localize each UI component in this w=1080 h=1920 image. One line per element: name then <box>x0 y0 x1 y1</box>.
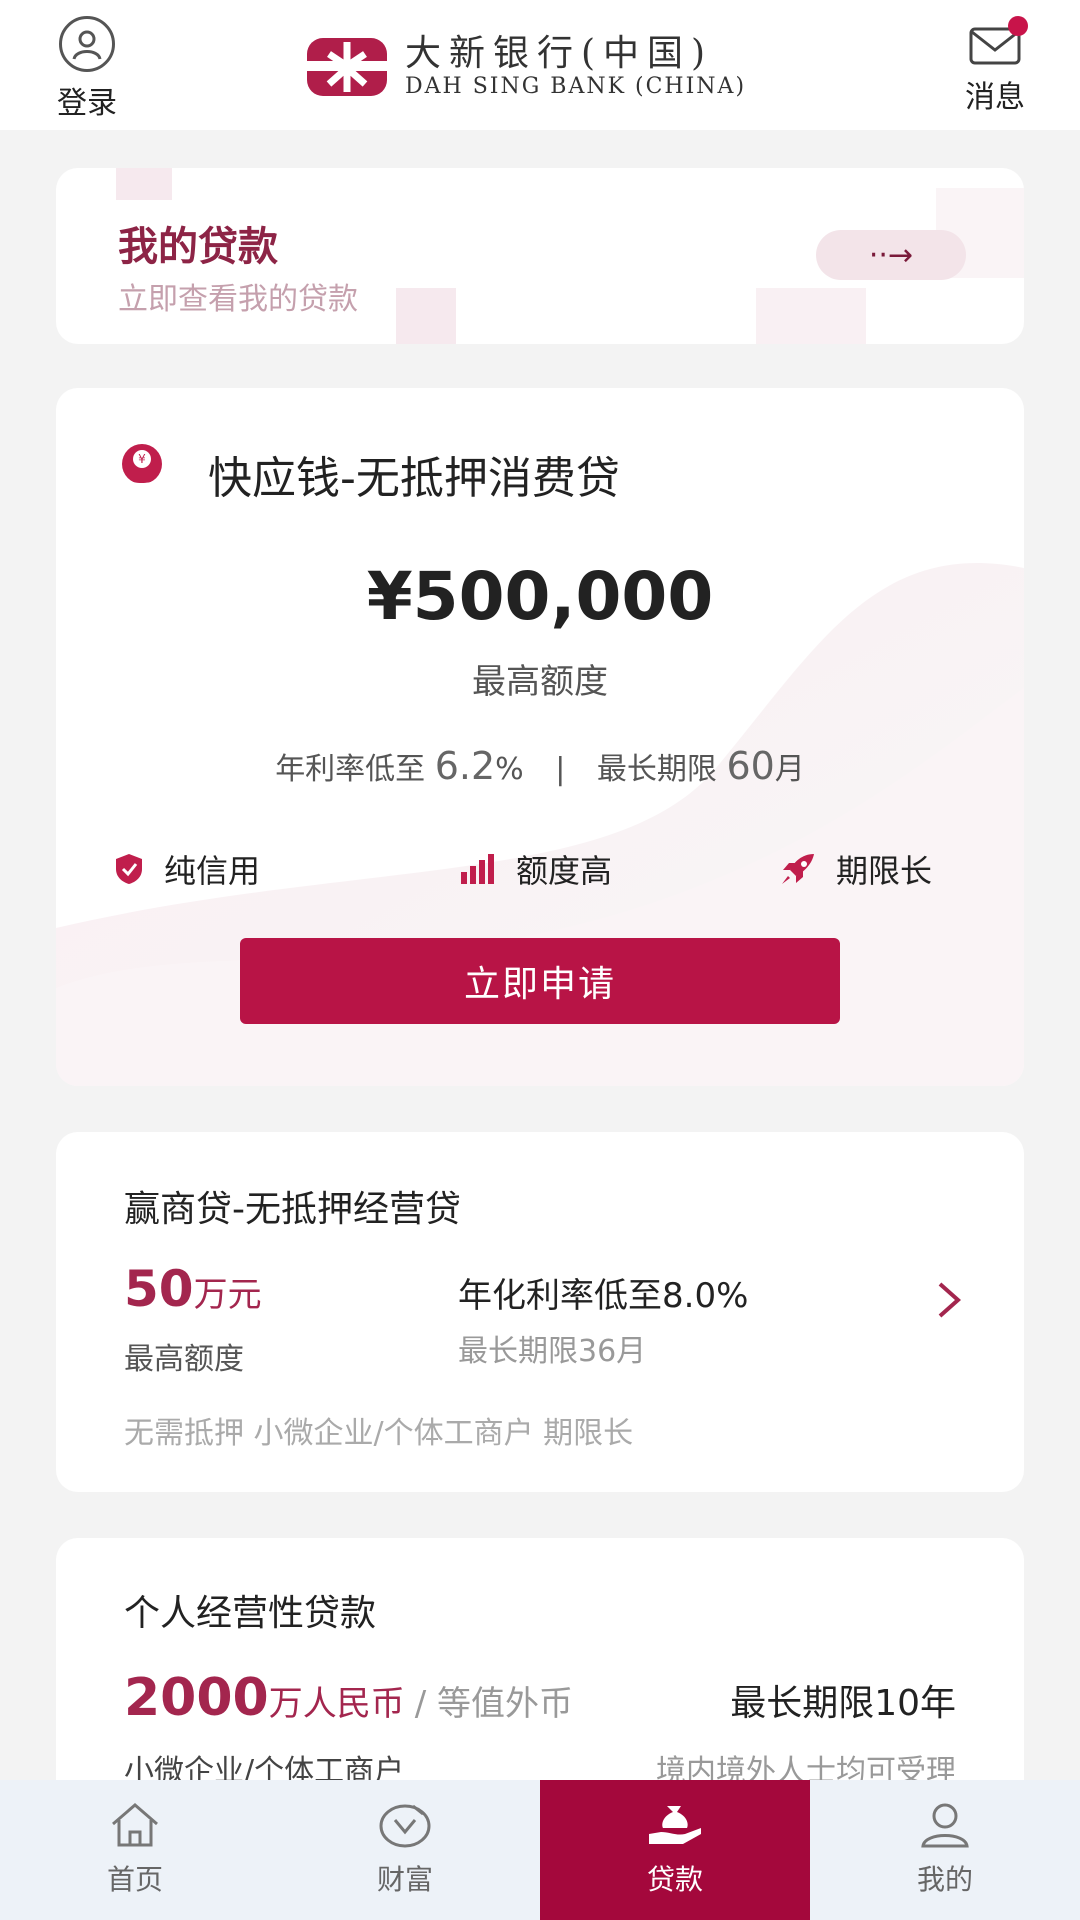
mail-icon <box>968 16 1028 66</box>
nav-mine[interactable]: 我的 <box>810 1780 1080 1920</box>
nav-label: 财富 <box>376 1863 433 1896</box>
max-amount-value: ¥500,000 <box>366 558 714 635</box>
personal-loan-title: 个人经营性贷款 <box>124 1593 377 1634</box>
separator: | <box>555 752 566 787</box>
svg-text:¥: ¥ <box>138 452 146 466</box>
decor-square <box>116 168 172 200</box>
max-amount-label: 最高额度 <box>472 662 608 702</box>
rate-unit: % <box>495 752 524 787</box>
business-loan-term: 最长期限36月 <box>458 1334 647 1369</box>
login-button[interactable]: 登录 <box>42 16 132 122</box>
business-loan-title: 赢商贷-无抵押经营贷 <box>124 1189 461 1230</box>
rocket-icon <box>782 854 814 884</box>
amount-number: 50 <box>124 1260 194 1318</box>
login-label: 登录 <box>57 86 117 121</box>
logo-chinese-text: 大新银行(中国) <box>405 33 714 74</box>
rate-prefix: 年利率低至 <box>275 752 426 787</box>
feature-pure-credit: 纯信用 <box>114 846 260 892</box>
term-value: 60 <box>726 744 775 788</box>
rate-term-line: 年利率低至 6.2% | 最长期限 60月 <box>56 744 1024 788</box>
amount-number: 2000 <box>124 1668 269 1728</box>
term-prefix: 最长期限 <box>596 752 717 787</box>
shield-check-icon <box>116 854 142 884</box>
amount-unit: 万元 <box>193 1275 262 1315</box>
nav-home[interactable]: 首页 <box>0 1780 270 1920</box>
wealth-icon <box>379 1804 431 1848</box>
rate-value: 6.2 <box>434 744 496 788</box>
amount-unit: 万人民币 <box>268 1684 405 1724</box>
chevron-right-icon[interactable] <box>934 1280 964 1320</box>
feature-label: 额度高 <box>516 852 613 890</box>
nav-label: 我的 <box>916 1863 973 1896</box>
loan-bag-hand-icon <box>649 1806 701 1844</box>
home-icon <box>112 1803 158 1847</box>
term-unit: 月 <box>774 752 805 787</box>
nav-label: 贷款 <box>646 1863 703 1896</box>
bank-logo-mark-icon <box>307 38 387 96</box>
decor-square <box>396 288 456 344</box>
loan-yuan-hand-icon: ¥ <box>120 444 164 489</box>
profile-icon <box>921 1803 969 1848</box>
bar-chart-icon <box>461 854 494 884</box>
business-loan-rate: 年化利率低至8.0% <box>458 1276 749 1316</box>
bank-logo: 大新银行(中国) DAH SING BANK (CHINA) <box>305 32 746 102</box>
business-loan-card[interactable]: 赢商贷-无抵押经营贷 50万元 最高额度 年化利率低至8.0% 最长期限36月 … <box>56 1132 1024 1492</box>
nav-label: 首页 <box>106 1863 163 1896</box>
apply-now-button[interactable]: 立即申请 <box>240 938 840 1024</box>
app-header: 登录 大新银行(中国) DAH SING BANK (CHINA) 消息 <box>0 0 1080 130</box>
personal-loan-amount: 2000万人民币 / 等值外币 <box>124 1668 573 1728</box>
messages-button[interactable]: 消息 <box>950 16 1040 116</box>
my-loan-arrow-button[interactable]: ··→ <box>816 230 966 280</box>
feature-label: 纯信用 <box>164 852 261 890</box>
arrow-right-icon: ··→ <box>868 237 914 273</box>
nav-loans[interactable]: 贷款 <box>540 1780 810 1920</box>
messages-label: 消息 <box>965 80 1025 115</box>
feature-label: 期限长 <box>836 852 933 890</box>
bottom-nav: 首页 财富 贷款 我的 <box>0 1780 1080 1920</box>
business-loan-tags: 无需抵押 小微企业/个体工商户 期限长 <box>124 1416 634 1451</box>
logo-english-text: DAH SING BANK (CHINA) <box>405 74 747 99</box>
my-loan-subtitle: 立即查看我的贷款 <box>118 282 358 317</box>
amount-alt: / 等值外币 <box>414 1684 573 1724</box>
nav-wealth[interactable]: 财富 <box>270 1780 540 1920</box>
personal-loan-term: 最长期限10年 <box>730 1683 956 1724</box>
consumer-loan-title: 快应钱-无抵押消费贷 <box>208 453 620 504</box>
my-loan-card[interactable]: 我的贷款 立即查看我的贷款 ··→ <box>56 168 1024 344</box>
unread-badge <box>1008 16 1028 36</box>
consumer-loan-card: ¥ 快应钱-无抵押消费贷 ¥500,000 最高额度 年利率低至 6.2% | … <box>56 388 1024 1086</box>
my-loan-title: 我的贷款 <box>118 224 278 270</box>
amount-label: 最高额度 <box>124 1342 244 1377</box>
feature-long-term: 期限长 <box>780 846 932 892</box>
business-loan-amount: 50万元 <box>124 1260 262 1318</box>
feature-high-amount: 额度高 <box>460 846 612 892</box>
user-icon <box>59 16 115 72</box>
decor-square <box>756 288 866 344</box>
